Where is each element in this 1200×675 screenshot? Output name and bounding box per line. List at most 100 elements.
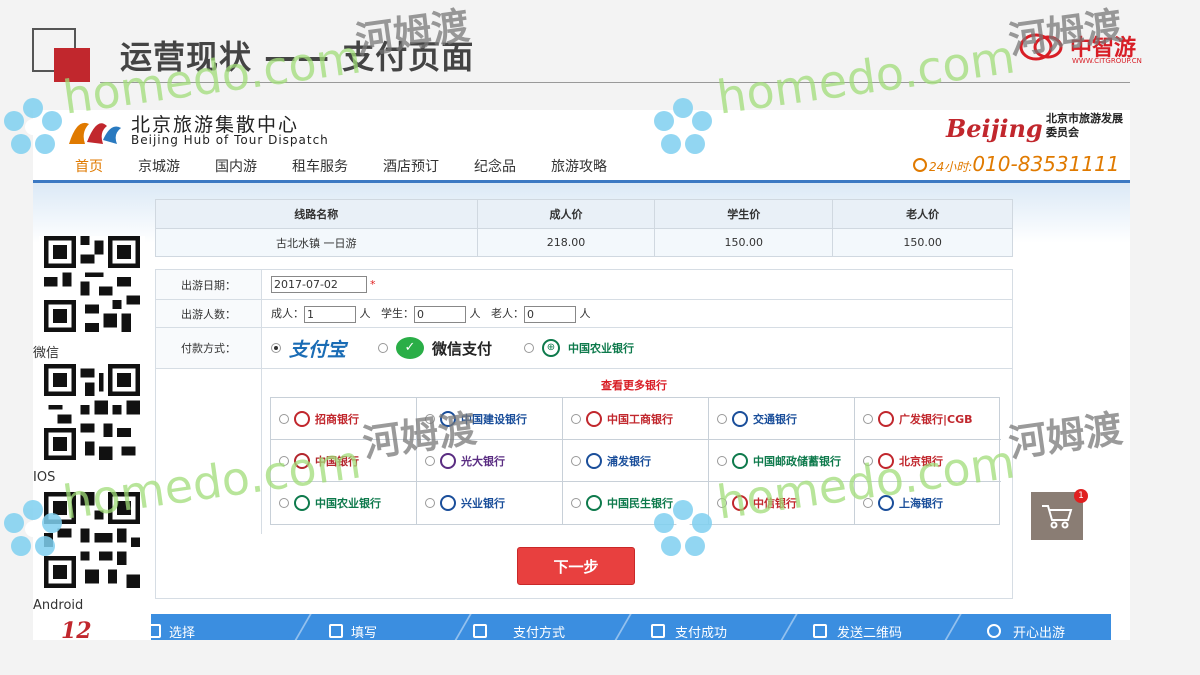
senior-unit: 人	[579, 307, 591, 320]
qr-label-ios: IOS	[33, 470, 56, 485]
step-select: 选择	[169, 626, 196, 640]
adult-count-input[interactable]: 1	[304, 305, 356, 323]
site-name-en: Beijing Hub of Tour Dispatch	[131, 133, 329, 147]
wechat-pay-icon: ✓	[396, 337, 424, 359]
cart-icon	[1042, 505, 1073, 529]
hotline: 24小时:010-83531111	[913, 152, 1120, 176]
senior-price-cell: 150.00	[832, 228, 1013, 257]
check-icon	[651, 624, 665, 638]
col-adult-price: 成人价	[476, 199, 656, 229]
price-table-header: 线路名称 成人价 学生价 老人价	[155, 199, 1013, 229]
col-route-name: 线路名称	[155, 199, 478, 229]
step-separator	[942, 614, 962, 640]
bank-option[interactable]: 广发银行|CGB	[855, 398, 1001, 440]
price-table: 线路名称 成人价 学生价 老人价 古北水镇 一日游 218.00 150.00 …	[155, 199, 1013, 257]
bank-radio[interactable]	[863, 413, 873, 424]
step-separator	[778, 614, 798, 640]
bank-logo-icon	[732, 452, 748, 469]
nav-item-guide[interactable]: 旅游攻略	[551, 156, 607, 180]
step-payment-success: 支付成功	[675, 626, 728, 640]
table-row: 古北水镇 一日游 218.00 150.00 150.00	[155, 228, 1013, 257]
bank-option[interactable]: 兴业银行	[417, 482, 563, 524]
step-bar-logo: 12	[33, 614, 151, 640]
payment-option-wechat[interactable]: ✓ 微信支付	[378, 328, 492, 368]
student-label: 学生：	[381, 307, 414, 320]
clock-icon	[913, 158, 927, 172]
hotline-prefix: 24小时:	[929, 160, 973, 174]
adult-unit: 人	[359, 307, 371, 320]
step-fill: 填写	[351, 626, 378, 640]
watermark-flower-icon	[4, 98, 62, 154]
bank-radio[interactable]	[425, 498, 435, 508]
step-bar-logo-mark: 12	[61, 618, 92, 640]
payment-option-abc[interactable]: ⊕ 中国农业银行	[524, 328, 634, 368]
bank-option[interactable]: 交通银行	[709, 398, 855, 440]
qr-label-android: Android	[33, 598, 84, 613]
student-unit: 人	[469, 307, 481, 320]
nav-item-city-tour[interactable]: 京城游	[138, 156, 180, 180]
nav-item-domestic[interactable]: 国内游	[215, 156, 257, 180]
bank-name: 招商银行	[315, 412, 359, 426]
abc-bank-label: 中国农业银行	[568, 342, 634, 355]
senior-label: 老人：	[491, 307, 524, 320]
watermark-flower-icon	[654, 98, 712, 154]
bank-name: 中国农业银行	[315, 497, 381, 510]
bank-logo-icon	[732, 410, 748, 427]
date-input[interactable]: 2017-07-02	[271, 276, 367, 293]
pen-icon	[329, 624, 343, 638]
step-enjoy-trip: 开心出游	[1013, 626, 1066, 640]
nav-item-home[interactable]: 首页	[75, 156, 103, 180]
bank-logo-icon	[294, 410, 310, 427]
step-separator	[612, 614, 632, 640]
payment-option-alipay[interactable]: 支付宝	[271, 328, 346, 368]
people-row: 出游人数： 成人： 1 人 学生： 0 人 老人： 0 人	[156, 300, 1012, 328]
bank-logo-icon	[586, 452, 602, 469]
ios-qr-code[interactable]	[39, 364, 145, 460]
watermark-flower-icon	[654, 500, 712, 556]
nav-item-car-rental[interactable]: 租车服务	[292, 156, 348, 180]
bank-radio[interactable]	[717, 413, 727, 424]
bank-option[interactable]: 浦发银行	[563, 440, 709, 482]
wechat-qr-code[interactable]	[39, 236, 145, 332]
beijing-tourism-mark: Beijing	[946, 114, 1043, 143]
more-banks-link[interactable]: 查看更多银行	[601, 377, 667, 393]
bank-radio[interactable]	[571, 413, 581, 424]
bank-logo-icon	[878, 410, 894, 427]
alipay-logo: 支付宝	[289, 338, 347, 361]
bank-name: 兴业银行	[461, 497, 505, 510]
bank-radio[interactable]	[279, 413, 289, 424]
abc-radio[interactable]	[524, 343, 534, 353]
watermark-flower-icon	[4, 500, 62, 556]
select-step-icon	[147, 624, 161, 638]
student-price-cell: 150.00	[654, 228, 834, 257]
abc-bank-icon: ⊕	[542, 339, 560, 357]
next-step-button[interactable]: 下一步	[517, 547, 635, 585]
col-senior-price: 老人价	[832, 199, 1013, 229]
nav-item-hotel[interactable]: 酒店预订	[383, 156, 439, 180]
cart-count-badge: 1	[1074, 489, 1088, 503]
brand-url: WWW.CITGROUP.CN	[1072, 57, 1142, 65]
bank-name: 浦发银行	[607, 454, 651, 468]
slide: 运营现状 —— 支付页面 中智游 WWW.CITGROUP.CN 北京旅游集散中…	[0, 0, 1200, 675]
bank-name: 中国工商银行	[607, 412, 673, 426]
main-nav: 首页 京城游 国内游 租车服务 酒店预订 纪念品 旅游攻略	[75, 156, 642, 180]
smile-icon	[987, 624, 1001, 638]
student-count-input[interactable]: 0	[414, 305, 466, 323]
bank-radio[interactable]	[717, 455, 727, 466]
bank-radio[interactable]	[571, 455, 581, 466]
alipay-radio[interactable]	[271, 343, 281, 353]
wechat-radio[interactable]	[378, 343, 388, 353]
nav-item-souvenir[interactable]: 纪念品	[474, 156, 516, 180]
senior-count-input[interactable]: 0	[524, 305, 576, 323]
bank-logo-icon	[586, 410, 602, 427]
booking-steps-bar: 选择 填写 支付方式 支付成功 发送二维码 开心出游	[147, 614, 1111, 640]
route-name-cell: 古北水镇 一日游	[155, 228, 478, 257]
bank-option[interactable]: 中国工商银行	[563, 398, 709, 440]
hotline-number: 010-83531111	[972, 152, 1120, 176]
bank-radio[interactable]	[571, 498, 581, 508]
step-separator	[452, 614, 472, 640]
required-mark: *	[370, 277, 376, 291]
qr-send-icon	[813, 624, 827, 638]
qr-label-wechat: 微信	[33, 346, 60, 361]
people-field-group: 成人： 1 人 学生： 0 人 老人： 0 人	[271, 305, 591, 323]
